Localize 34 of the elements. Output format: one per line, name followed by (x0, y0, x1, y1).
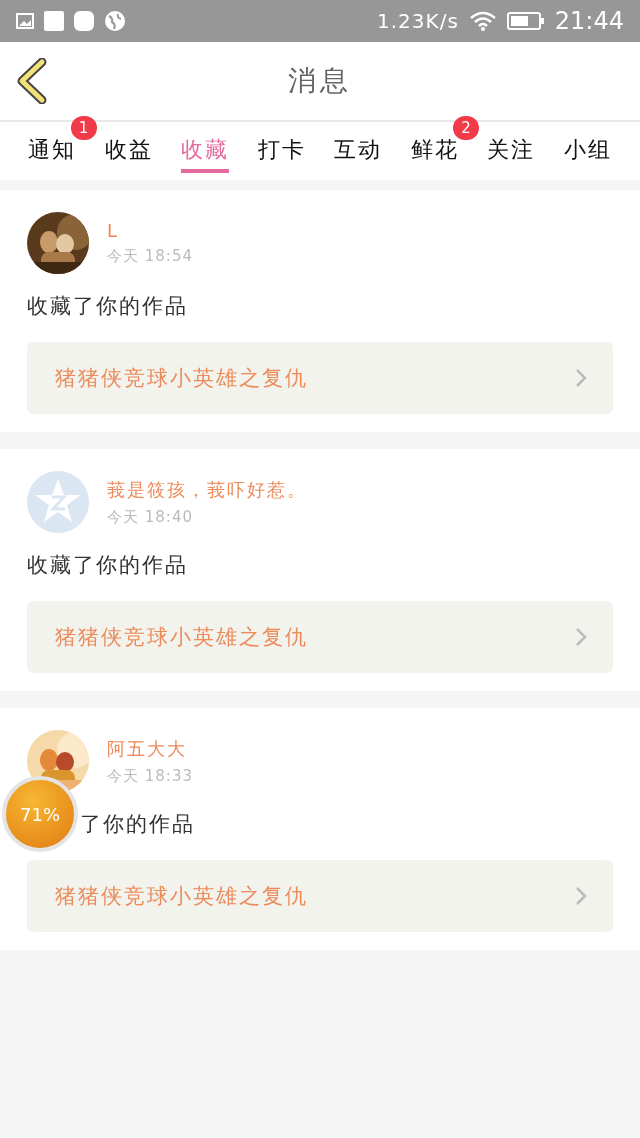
work-link[interactable]: 猪猪侠竞球小英雄之复仇 (27, 342, 613, 414)
action-text: 收藏了你的作品 (27, 293, 189, 320)
tab[interactable]: 打卡 (257, 135, 306, 173)
tab[interactable]: 收藏 (181, 135, 230, 173)
work-link[interactable]: 猪猪侠竞球小英雄之复仇 (27, 860, 613, 932)
tab[interactable]: 关注 (487, 135, 536, 173)
back-icon[interactable] (16, 58, 48, 104)
battery-icon (506, 11, 545, 31)
tab[interactable]: 小组 (563, 135, 612, 173)
user-name[interactable]: L (107, 220, 193, 241)
page-title: 消息 (288, 63, 352, 99)
message-time: 今天 18:40 (107, 507, 194, 527)
chevron-right-icon (575, 368, 587, 388)
user-name[interactable]: 莪是筱孩，莪吓好惹。 (107, 477, 307, 502)
notification-icon (44, 11, 64, 31)
unread-badge: 1 (70, 116, 97, 140)
wifi-icon (468, 10, 497, 32)
action-text: 收藏了你的作品 (27, 552, 189, 579)
image-icon (16, 13, 34, 29)
tab[interactable]: 收益 (104, 135, 153, 173)
default-avatar-icon (27, 471, 89, 533)
network-speed: 1.23K/s (377, 9, 459, 33)
notification-icon (74, 11, 94, 31)
clock-time: 21:44 (554, 7, 624, 35)
action-text: 了你的作品 (80, 811, 196, 838)
message-time: 今天 18:54 (107, 247, 193, 266)
chevron-right-icon (575, 886, 587, 906)
globe-icon (104, 10, 126, 32)
unread-badge: 2 (453, 116, 479, 140)
message-time: 今天 18:33 (107, 766, 193, 786)
work-link[interactable]: 猪猪侠竞球小英雄之复仇 (27, 601, 613, 673)
chevron-right-icon (575, 627, 587, 647)
tab[interactable]: 互动 (334, 135, 383, 173)
user-name[interactable]: 阿五大大 (107, 736, 193, 761)
